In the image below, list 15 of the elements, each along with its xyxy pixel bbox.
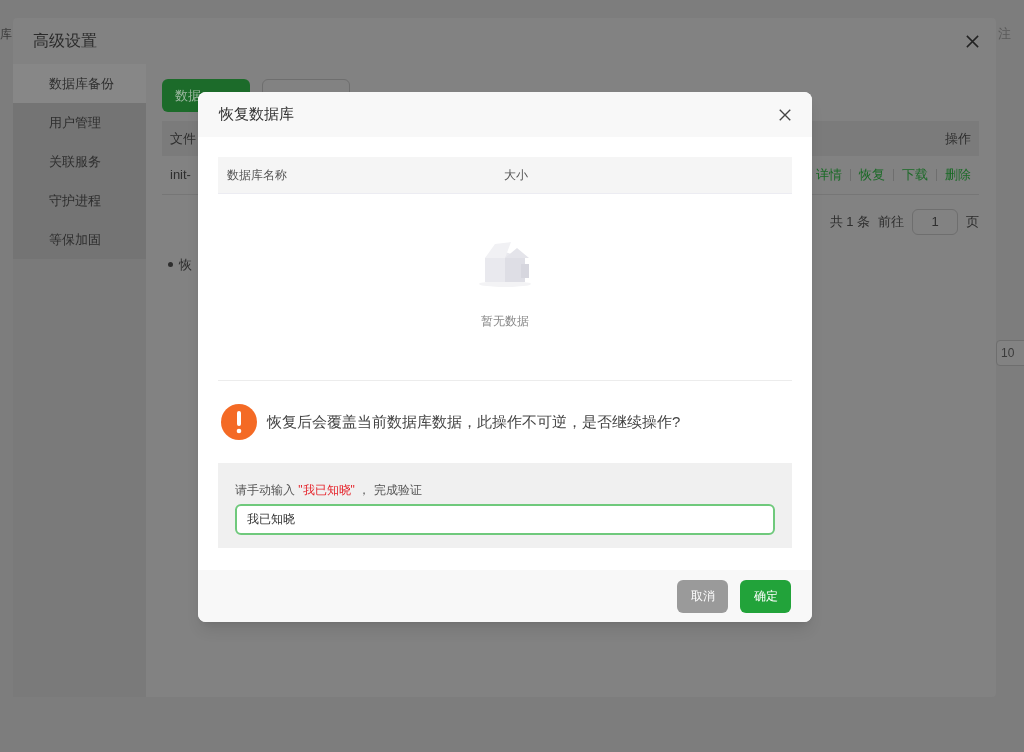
table-cell-text: init- — [170, 166, 191, 185]
column-header: 数据库名称 — [226, 167, 288, 184]
column-header: 大小 — [504, 167, 528, 184]
column-header: 文件 — [170, 129, 196, 148]
dialog-title: 恢复数据库 — [219, 104, 294, 125]
page-text: 库 — [0, 26, 12, 43]
warning-text: 恢复后会覆盖当前数据库数据，此操作不可逆，是否继续操作? — [267, 411, 681, 432]
verify-label: 请手动输入 "我已知晓" ， 完成验证 — [235, 482, 423, 499]
column-header: 操作 — [945, 129, 971, 148]
page-unit: 页 — [966, 213, 979, 232]
dialog-title: 高级设置 — [33, 31, 97, 51]
note-text: 恢 — [179, 256, 192, 274]
empty-text: 暂无数据 — [481, 313, 529, 330]
total-count: 共 1 条 — [829, 213, 870, 232]
goto-label: 前往 — [878, 213, 904, 232]
